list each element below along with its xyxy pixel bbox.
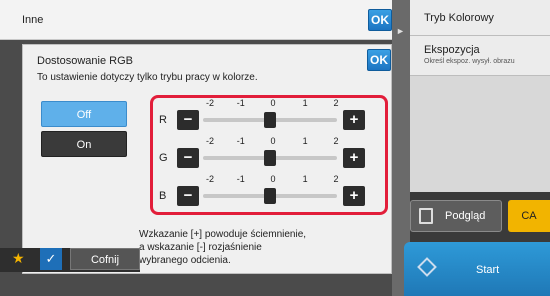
note-line: Wzkazanie [+] powoduje ściemnienie, [139,229,307,240]
list-item-title: Ekspozycja [424,44,480,56]
slider-scale: -2 -1 0 1 2 [203,98,343,110]
tick-label: 0 [270,174,276,184]
tick-label: 2 [333,174,339,184]
tick-label: -2 [205,136,215,146]
tick-label: -1 [236,98,245,108]
channel-label: G [159,152,168,164]
r-decrease-button[interactable]: − [177,110,199,130]
list-item-title: Tryb Kolorowy [424,12,494,24]
preview-button[interactable]: Podgląd [410,200,502,232]
g-decrease-button[interactable]: − [177,148,199,168]
tick-label: 1 [302,98,308,108]
outer-dialog-header: Inne OK [0,0,392,40]
start-label: Start [476,264,500,276]
b-slider-thumb[interactable] [264,188,276,204]
note-line: wybranego odcienia. [139,255,231,266]
tick-label: -2 [205,98,215,108]
b-decrease-button[interactable]: − [177,186,199,206]
mode-on-button[interactable]: On [41,131,127,157]
outer-dialog-title: Inne [22,14,44,26]
r-slider-thumb[interactable] [264,112,276,128]
channel-label: B [159,190,167,202]
b-increase-button[interactable]: + [343,186,365,206]
start-diamond-icon [417,257,437,277]
tick-label: -1 [236,136,245,146]
rgb-dialog-description: To ustawienie dotyczy tylko trybu pracy … [37,72,258,83]
tick-label: 0 [270,136,276,146]
slider-row-g: G − -2 -1 0 1 2 + [153,136,385,174]
tick-label: 1 [302,174,308,184]
list-item-color-mode[interactable]: Tryb Kolorowy [410,0,550,36]
slider-scale: -2 -1 0 1 2 [203,174,343,186]
checkmark-icon[interactable]: ✓ [40,248,62,270]
tick-label: 1 [302,136,308,146]
adjustment-note: Wzkazanie [+] powoduje ściemnienie, a ws… [139,228,306,267]
slider-row-b: B − -2 -1 0 1 2 + [153,174,385,212]
clear-all-button[interactable]: CA [508,200,550,232]
outer-ok-button[interactable]: OK [368,9,392,31]
tick-label: -1 [236,174,245,184]
slider-scale: -2 -1 0 1 2 [203,136,343,148]
mode-off-button[interactable]: Off [41,101,127,127]
star-icon[interactable]: ★ [12,250,25,267]
rgb-dialog-title: Dostosowanie RGB [37,55,133,67]
tick-label: 2 [333,98,339,108]
tick-label: -2 [205,174,215,184]
g-slider-thumb[interactable] [264,150,276,166]
preview-label: Podgląd [445,210,486,222]
tick-label: 2 [333,136,339,146]
r-increase-button[interactable]: + [343,110,365,130]
arrow-right-icon: ► [396,26,405,36]
start-button[interactable]: Start [404,242,550,296]
rgb-sliders-group: R − -2 -1 0 1 2 + G − -2 -1 0 1 2 + B − … [150,95,388,215]
back-button[interactable]: Cofnij [70,248,140,270]
channel-label: R [159,114,167,126]
list-item-exposure[interactable]: Ekspozycja Określ ekspoz. wysył. obrazu [410,36,550,76]
note-line: a wskazanie [-] rozjaśnienie [139,242,262,253]
document-icon [419,208,433,224]
tick-label: 0 [270,98,276,108]
list-item-subtitle: Określ ekspoz. wysył. obrazu [424,58,515,65]
settings-list: Tryb Kolorowy Ekspozycja Określ ekspoz. … [410,0,550,192]
rgb-ok-button[interactable]: OK [367,49,391,71]
slider-row-r: R − -2 -1 0 1 2 + [153,98,385,136]
g-increase-button[interactable]: + [343,148,365,168]
